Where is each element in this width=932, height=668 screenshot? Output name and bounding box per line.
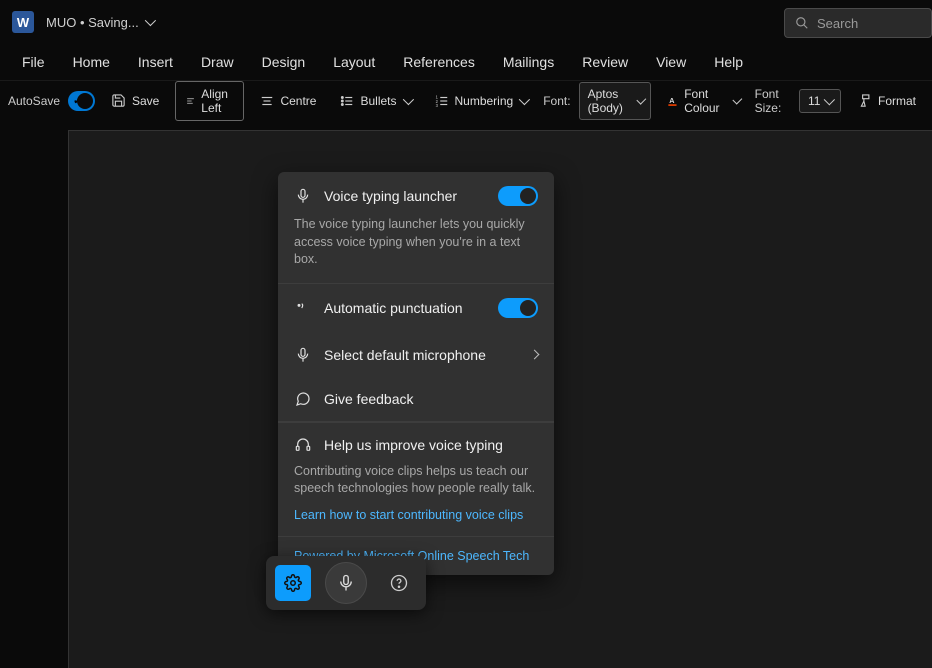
menu-layout[interactable]: Layout bbox=[319, 46, 389, 78]
voice-mic-button[interactable] bbox=[325, 562, 367, 604]
select-microphone-row[interactable]: Select default microphone bbox=[294, 333, 538, 377]
punctuation-title: Automatic punctuation bbox=[324, 300, 486, 316]
improve-title: Help us improve voice typing bbox=[324, 437, 538, 453]
centre-button[interactable]: Centre bbox=[252, 90, 324, 112]
search-placeholder: Search bbox=[817, 16, 858, 31]
font-select[interactable]: Aptos (Body) bbox=[579, 82, 652, 120]
chevron-down-icon bbox=[732, 94, 742, 104]
chevron-right-icon bbox=[530, 350, 540, 360]
format-label: Format bbox=[878, 94, 916, 108]
menu-view[interactable]: View bbox=[642, 46, 700, 78]
chevron-down-icon bbox=[824, 94, 835, 105]
improve-description: Contributing voice clips helps us teach … bbox=[294, 463, 538, 498]
numbering-icon: 123 bbox=[435, 94, 449, 108]
document-title-text: MUO • Saving... bbox=[46, 15, 139, 30]
punctuation-toggle[interactable] bbox=[498, 298, 538, 318]
font-colour-icon: A bbox=[667, 93, 678, 109]
menu-file[interactable]: File bbox=[8, 46, 59, 78]
microphone-title: Select default microphone bbox=[324, 347, 519, 363]
microphone-icon bbox=[337, 574, 355, 592]
give-feedback-row[interactable]: Give feedback bbox=[294, 377, 538, 421]
svg-text:3: 3 bbox=[435, 102, 438, 107]
menu-help[interactable]: Help bbox=[700, 46, 757, 78]
bullets-button[interactable]: Bullets bbox=[332, 90, 418, 112]
chevron-down-icon bbox=[519, 93, 530, 104]
improve-section: Help us improve voice typing Contributin… bbox=[278, 422, 554, 537]
svg-text:A: A bbox=[670, 95, 676, 104]
improve-link[interactable]: Learn how to start contributing voice cl… bbox=[294, 508, 538, 522]
microphone-icon bbox=[294, 188, 312, 204]
voice-typing-toolbar bbox=[266, 556, 426, 610]
menu-draw[interactable]: Draw bbox=[187, 46, 248, 78]
toolbar: AutoSave ✓ Save Align Left Centre Bullet… bbox=[0, 80, 932, 120]
bullets-icon bbox=[340, 94, 354, 108]
font-size-select[interactable]: 11 bbox=[799, 89, 841, 113]
gear-icon bbox=[284, 574, 302, 592]
menu-insert[interactable]: Insert bbox=[124, 46, 187, 78]
feedback-icon bbox=[294, 391, 312, 407]
chevron-down-icon bbox=[636, 94, 646, 104]
menu-design[interactable]: Design bbox=[248, 46, 320, 78]
launcher-toggle[interactable] bbox=[498, 186, 538, 206]
headset-icon bbox=[294, 437, 312, 453]
font-size-label: Font Size: bbox=[755, 87, 791, 115]
word-app-icon: W bbox=[12, 11, 34, 33]
menu-bar: File Home Insert Draw Design Layout Refe… bbox=[0, 44, 932, 80]
save-label: Save bbox=[132, 94, 159, 108]
font-size-value: 11 bbox=[808, 94, 820, 108]
voice-typing-launcher-section: Voice typing launcher The voice typing l… bbox=[278, 172, 554, 284]
font-colour-label: Font Colour bbox=[684, 87, 727, 115]
centre-label: Centre bbox=[280, 94, 316, 108]
font-colour-button[interactable]: A Font Colour bbox=[659, 83, 746, 119]
font-value: Aptos (Body) bbox=[588, 87, 633, 115]
microphone-icon bbox=[294, 347, 312, 363]
punctuation-icon bbox=[294, 300, 312, 316]
align-centre-icon bbox=[260, 94, 274, 108]
autosave-toggle[interactable]: ✓ bbox=[68, 91, 95, 111]
chevron-down-icon bbox=[402, 93, 413, 104]
menu-mailings[interactable]: Mailings bbox=[489, 46, 568, 78]
launcher-title: Voice typing launcher bbox=[324, 188, 486, 204]
numbering-button[interactable]: 123 Numbering bbox=[427, 90, 536, 112]
title-bar: W MUO • Saving... Search bbox=[0, 0, 932, 44]
align-left-icon bbox=[186, 94, 195, 108]
menu-review[interactable]: Review bbox=[568, 46, 642, 78]
chevron-down-icon bbox=[144, 15, 155, 26]
autosave-label: AutoSave bbox=[8, 94, 60, 108]
format-button[interactable]: Format bbox=[849, 89, 924, 112]
menu-references[interactable]: References bbox=[389, 46, 489, 78]
launcher-description: The voice typing launcher lets you quick… bbox=[294, 216, 538, 269]
save-button[interactable]: Save bbox=[103, 89, 167, 112]
search-icon bbox=[795, 16, 809, 30]
align-left-label: Align Left bbox=[201, 87, 233, 115]
options-section: Automatic punctuation Select default mic… bbox=[278, 284, 554, 422]
font-label: Font: bbox=[543, 94, 570, 108]
bullets-label: Bullets bbox=[360, 94, 396, 108]
document-title[interactable]: MUO • Saving... bbox=[46, 15, 153, 30]
feedback-title: Give feedback bbox=[324, 391, 538, 407]
voice-settings-button[interactable] bbox=[275, 565, 311, 601]
help-icon bbox=[390, 574, 408, 592]
search-box[interactable]: Search bbox=[784, 8, 932, 38]
voice-help-button[interactable] bbox=[381, 565, 417, 601]
voice-typing-settings-popup: Voice typing launcher The voice typing l… bbox=[278, 172, 554, 575]
format-painter-icon bbox=[857, 93, 872, 108]
align-left-button[interactable]: Align Left bbox=[175, 81, 244, 121]
save-icon bbox=[111, 93, 126, 108]
numbering-label: Numbering bbox=[455, 94, 514, 108]
menu-home[interactable]: Home bbox=[59, 46, 124, 78]
